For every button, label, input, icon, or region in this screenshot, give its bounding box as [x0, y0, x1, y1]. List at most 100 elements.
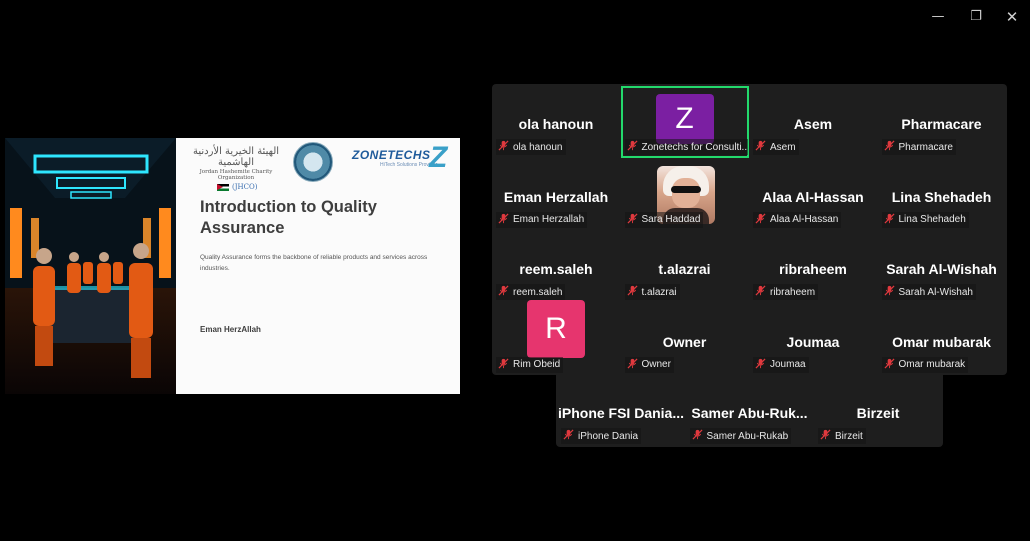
minimize-icon[interactable]: —	[924, 6, 952, 28]
participant-display-name: Lina Shehadeh	[891, 188, 992, 205]
participant-name: Owner	[641, 359, 671, 370]
muted-mic-icon	[498, 285, 513, 299]
participant-name: Sarah Al-Wishah	[898, 286, 973, 298]
muted-mic-icon	[755, 212, 770, 227]
participant-name-label: Owner	[624, 356, 674, 373]
participant-display-name: iPhone FSI Dania...	[557, 405, 685, 421]
muted-mic-icon	[626, 357, 642, 372]
participant-name-label: t.alazrai	[624, 284, 680, 300]
participant-name-label: Zonetechs for Consulti...	[624, 139, 748, 155]
participant-tile[interactable]: ribraheem ribraheem	[749, 231, 877, 303]
participant-tile[interactable]: Alaa Al-Hassan Alaa Al-Hassan	[749, 159, 877, 231]
participant-name: Zonetechs for Consulti...	[641, 141, 748, 153]
muted-mic-icon	[498, 357, 513, 372]
participant-display-name: Sarah Al-Wishah	[886, 261, 997, 277]
participant-tile[interactable]: R Rim Obeid	[492, 299, 620, 376]
muted-mic-icon	[498, 140, 513, 154]
shared-screen: الهيئة الخيرية الأردنية الهاشمية Jordan …	[5, 138, 460, 394]
muted-mic-icon	[883, 285, 899, 299]
participant-tile[interactable]: Sarah Al-Wishah Sarah Al-Wishah	[878, 231, 1006, 303]
muted-mic-icon	[755, 285, 770, 299]
participant-name-label: Asem	[753, 139, 799, 155]
participant-name-label: Birzeit	[818, 428, 866, 444]
participant-display-name: Asem	[793, 116, 833, 132]
participant-name: t.alazrai	[641, 286, 677, 298]
participant-tile[interactable]: Lina Shehadeh Lina Shehadeh	[878, 159, 1006, 231]
org-abbr: (JHCO)	[232, 183, 258, 191]
muted-mic-icon	[626, 140, 642, 154]
participant-name-label: Joumaa	[753, 356, 809, 373]
slide-author: Eman HerzAllah	[200, 325, 261, 334]
participant-name-label: ribraheem	[753, 284, 819, 300]
avatar: Z	[655, 94, 714, 144]
brand-name: ZONETECHS	[352, 148, 431, 162]
avatar: R	[527, 299, 585, 358]
participant-tile[interactable]: ola hanoun ola hanoun	[492, 86, 620, 158]
org-name-en: Jordan Hashemite Charity Organization	[199, 169, 273, 181]
participant-tile[interactable]: t.alazrai t.alazrai	[621, 231, 749, 303]
participant-display-name: Birzeit	[856, 405, 900, 421]
participant-tile[interactable]: Birzeit Birzeit	[814, 375, 942, 447]
participant-tile[interactable]: reem.saleh reem.saleh	[492, 231, 620, 303]
participant-tile[interactable]: Asem Asem	[749, 86, 877, 158]
participant-name-label: Lina Shehadeh	[881, 211, 969, 228]
participant-name-label: Sara Haddad	[624, 211, 704, 228]
participant-display-name: Eman Herzallah	[503, 188, 609, 205]
muted-mic-icon	[626, 285, 642, 299]
participant-tile[interactable]: Samer Abu-Ruk... Samer Abu-Rukab	[686, 375, 814, 447]
participant-name-label: Rim Obeid	[496, 356, 564, 373]
participant-name: Eman Herzallah	[513, 214, 585, 225]
muted-mic-icon	[498, 212, 513, 227]
participant-tile[interactable]: Pharmacare Pharmacare	[878, 86, 1006, 158]
jordan-flag-icon	[217, 183, 229, 191]
participant-display-name: t.alazrai	[658, 261, 711, 277]
participant-name-label: Sarah Al-Wishah	[881, 284, 976, 300]
slide-logos: الهيئة الخيرية الأردنية الهاشمية Jordan …	[176, 140, 460, 192]
participant-name: Joumaa	[770, 359, 806, 370]
muted-mic-icon	[883, 357, 899, 372]
participant-name: Birzeit	[835, 430, 863, 442]
participant-tile[interactable]: iPhone FSI Dania... iPhone Dania	[557, 375, 685, 447]
muted-mic-icon	[883, 140, 899, 154]
participant-name: Omar mubarak	[898, 359, 966, 370]
participant-name: reem.saleh	[513, 286, 563, 298]
participant-name: ola hanoun	[513, 141, 563, 153]
presentation-slide: الهيئة الخيرية الأردنية الهاشمية Jordan …	[176, 138, 460, 394]
participant-name-label: Eman Herzallah	[496, 211, 588, 228]
zonetechs-logo: ZONETECHS HiTech Solutions Provider	[352, 148, 437, 168]
jhco-seal-icon	[293, 142, 333, 182]
participant-name-label: iPhone Dania	[561, 428, 642, 444]
participant-display-name: ribraheem	[779, 261, 847, 277]
participant-name: iPhone Dania	[578, 430, 639, 442]
participant-display-name: Samer Abu-Ruk...	[691, 405, 808, 421]
participant-display-name: Owner	[662, 333, 707, 350]
close-icon[interactable]: ✕	[998, 6, 1026, 28]
slide-title: Introduction to Quality Assurance	[200, 198, 377, 237]
participant-name: Rim Obeid	[513, 359, 561, 370]
participant-name-label: reem.saleh	[496, 284, 566, 300]
participant-name-label: Alaa Al-Hassan	[753, 211, 842, 228]
slide-body: Quality Assurance forms the backbone of …	[200, 254, 428, 272]
muted-mic-icon	[563, 429, 578, 443]
participant-name: Samer Abu-Rukab	[706, 430, 789, 442]
muted-mic-icon	[820, 429, 835, 443]
jhco-logo: الهيئة الخيرية الأردنية الهاشمية Jordan …	[183, 146, 289, 191]
participant-tile[interactable]: Eman Herzallah Eman Herzallah	[492, 159, 620, 231]
participant-display-name: ola hanoun	[518, 116, 594, 132]
participant-tile[interactable]: Joumaa Joumaa	[749, 304, 877, 376]
muted-mic-icon	[626, 212, 642, 227]
slide-photo	[5, 138, 176, 394]
participant-name-label: Pharmacare	[881, 139, 956, 155]
participant-tile[interactable]: Omar mubarak Omar mubarak	[878, 304, 1006, 376]
participant-gallery-overflow: iPhone FSI Dania... iPhone Dania Samer Abu…	[556, 375, 943, 447]
muted-mic-icon	[691, 429, 707, 443]
participant-gallery: ola hanoun ola hanoun Z Zonetechs for Consu…	[492, 84, 1007, 375]
participant-name-label: ola hanoun	[496, 139, 566, 155]
muted-mic-icon	[755, 140, 770, 154]
participant-display-name: Joumaa	[786, 333, 840, 350]
restore-icon[interactable]: ❐	[962, 6, 990, 28]
participant-display-name: Pharmacare	[901, 116, 982, 132]
participant-tile[interactable]: Sara Haddad	[621, 159, 749, 231]
participant-tile[interactable]: Z Zonetechs for Consulti...	[620, 86, 749, 158]
participant-tile[interactable]: Owner Owner	[621, 304, 749, 376]
